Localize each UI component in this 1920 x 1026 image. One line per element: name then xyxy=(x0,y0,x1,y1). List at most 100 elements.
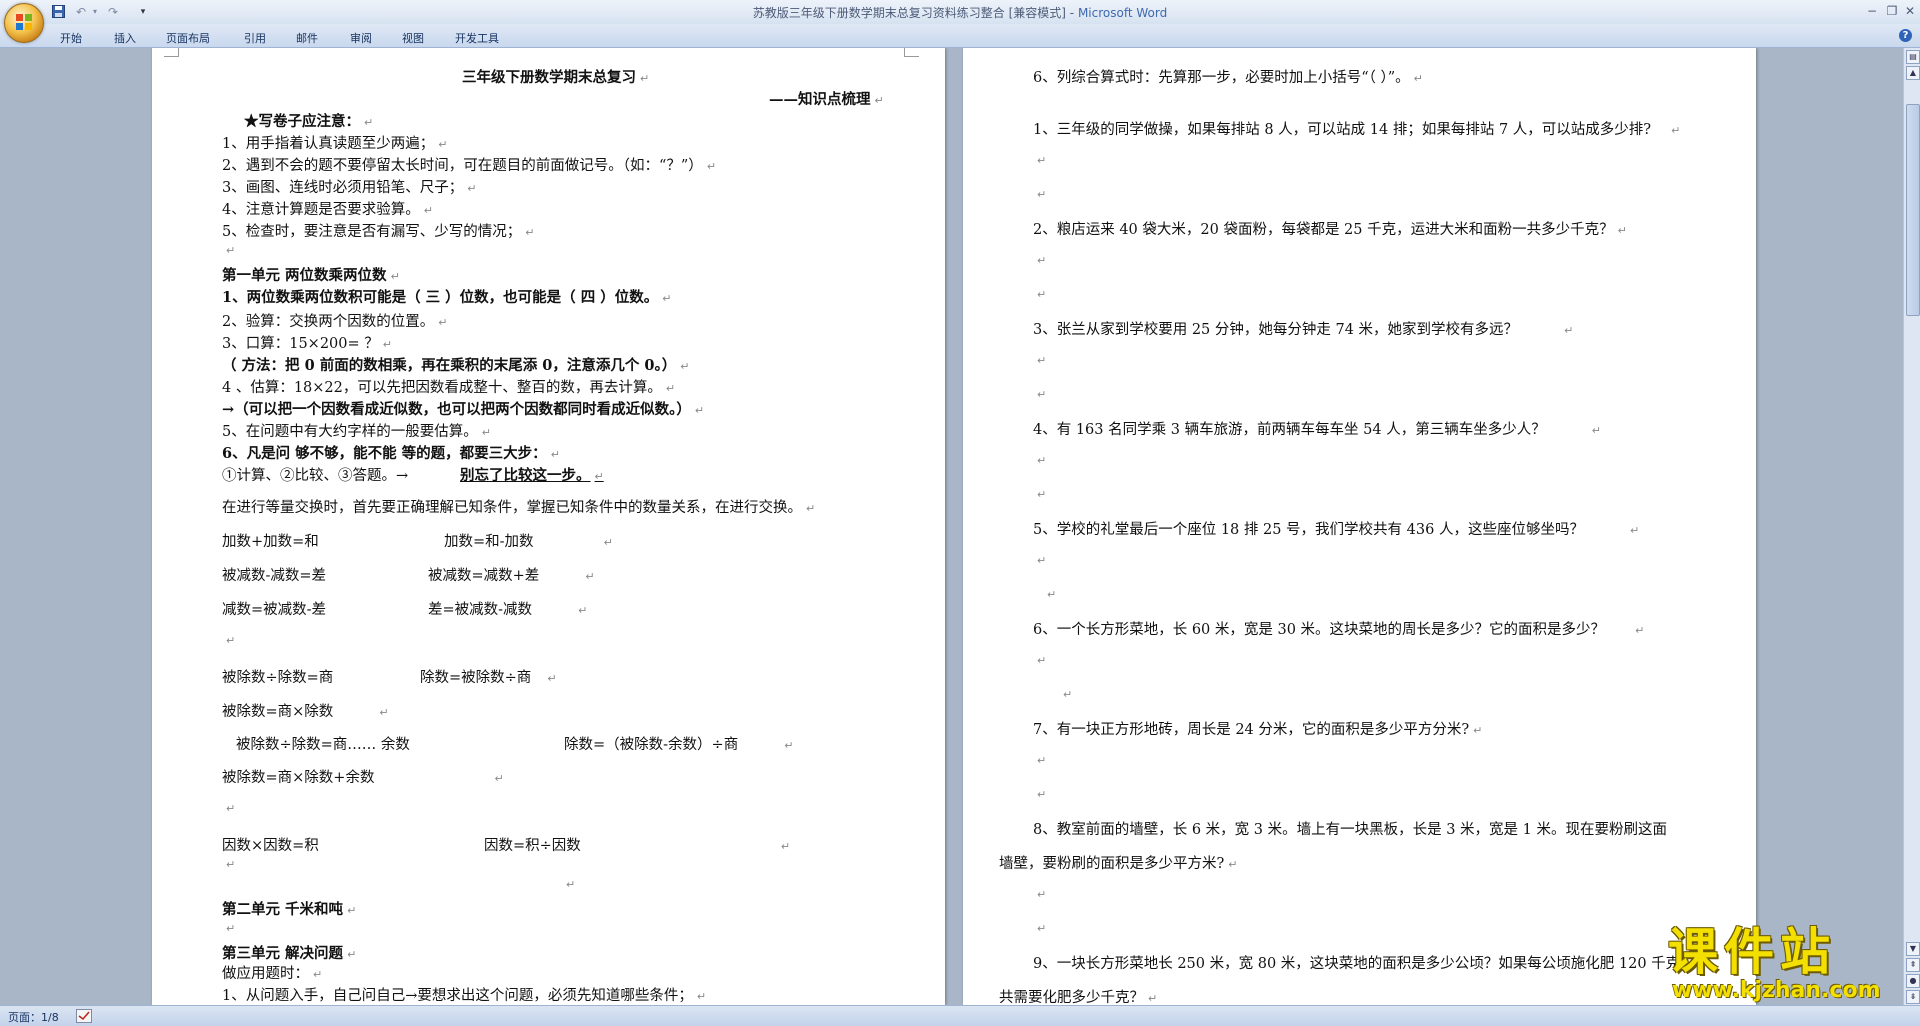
watermark-url: www.kjzhan.com xyxy=(1672,978,1881,1003)
formula: 除数=被除数÷商 ↵ xyxy=(420,670,557,686)
document-workspace: 三年级下册数学期末总复习 ↵ ——知识点梳理 ↵ ★写卷子应注意： ↵ 1、用手指着认… xyxy=(0,48,1904,1005)
document-page-2[interactable]: 6、列综合算式时：先算那一步，必要时加上小括号“（ ）”。 ↵ 1、三年级的同学做… xyxy=(963,48,1756,1005)
text-line: 4、注意计算题是否要求验算。 ↵ xyxy=(222,202,433,218)
formula: 因数×因数=积 xyxy=(222,838,319,854)
section-heading-unit-2: 第二单元 千米和吨 ↵ xyxy=(222,901,357,918)
empty-paragraph: ↵ xyxy=(1047,588,1057,601)
window-title: 苏教版三年级下册数学期末总复习资料练习整合 [兼容模式] - Microsoft… xyxy=(0,4,1920,21)
empty-paragraph: ↵ xyxy=(1037,188,1047,201)
status-bar: 页面：1/8 xyxy=(0,1005,1920,1026)
crop-mark xyxy=(904,48,919,57)
tab-home[interactable]: 开始 xyxy=(60,30,82,46)
document-page-1[interactable]: 三年级下册数学期末总复习 ↵ ——知识点梳理 ↵ ★写卷子应注意： ↵ 1、用手指着认… xyxy=(152,48,945,1005)
watermark-logo: 课件站 www.kjzhan.com xyxy=(1668,924,1904,1004)
page-count[interactable]: 页面：1/8 xyxy=(8,1009,59,1025)
text-line: 1、从问题入手，自己问自己→要想求出这个问题，必须先知道哪些条件； ↵ xyxy=(222,988,707,1004)
text-line: 别忘了比较这一步。 ↵ xyxy=(460,467,604,484)
scroll-thumb[interactable] xyxy=(1906,104,1920,316)
question-3: 3、张兰从家到学校要用 25 分钟，她每分钟走 74 米，她家到学校有多远？ ↵ xyxy=(1033,322,1574,338)
office-button[interactable] xyxy=(4,3,44,43)
tab-view[interactable]: 视图 xyxy=(402,30,424,46)
close-button[interactable]: ✕ xyxy=(1898,2,1920,20)
text-line: 在进行等量交换时，首先要正确理解已知条件，掌握已知条件中的数量关系，在进行交换。… xyxy=(222,500,816,516)
empty-paragraph: ↵ xyxy=(1037,488,1047,501)
question-8-continued: 墙壁，要粉刷的面积是多少平方米? ↵ xyxy=(999,856,1238,872)
text-line: 3、画图、连线时必须用铅笔、尺子； ↵ xyxy=(222,180,477,196)
text-line: （ 方法：把 0 前面的数相乘，再在乘积的末尾添 0，注意添几个 0。） ↵ xyxy=(222,357,690,374)
scroll-down-icon[interactable]: ▼ xyxy=(1906,942,1920,956)
text-line: 5、在问题中有大约字样的一般要估算。 ↵ xyxy=(222,424,491,440)
text-line: ①计算、②比较、③答题。→ xyxy=(222,468,409,484)
empty-paragraph: ↵ xyxy=(1037,788,1047,801)
text-line: 5、检查时，要注意是否有漏写、少写的情况； ↵ xyxy=(222,224,535,240)
vertical-scrollbar[interactable]: ▤ ▲ ▼ ⇞ ● ⇟ xyxy=(1903,48,1920,1005)
section-heading-unit-3: 第三单元 解决问题 ↵ xyxy=(222,945,357,962)
formula: 除数=（被除数-余数）÷商 ↵ xyxy=(564,737,794,753)
empty-paragraph: ↵ xyxy=(1037,754,1047,767)
proofing-icon[interactable] xyxy=(76,1009,92,1023)
document-subtitle: ——知识点梳理 ↵ xyxy=(769,91,884,108)
tab-review[interactable]: 审阅 xyxy=(350,30,372,46)
text-line: 6、凡是问 够不够，能不能 等的题，都要三大步： ↵ xyxy=(222,445,560,462)
formula: 被减数-减数=差 xyxy=(222,568,327,584)
browse-object-icon[interactable]: ● xyxy=(1906,974,1920,988)
text-line: 1、两位数乘两位数积可能是（ 三 ）位数，也可能是（ 四 ）位数。 ↵ xyxy=(222,289,672,306)
notice-heading: ★写卷子应注意： ↵ xyxy=(244,113,374,130)
formula: 被除数=商×除数+余数 ↵ xyxy=(222,770,504,786)
formula: 因数=积÷因数 ↵ xyxy=(484,838,791,854)
tab-references[interactable]: 引用 xyxy=(244,30,266,46)
help-icon[interactable]: ? xyxy=(1899,29,1912,42)
formula: 被除数÷除数=商…… 余数 xyxy=(236,737,410,753)
question-4: 4、有 163 名同学乘 3 辆车旅游，前两辆车每车坐 54 人，第三辆车坐多少… xyxy=(1033,422,1601,438)
empty-paragraph: ↵ xyxy=(1037,454,1047,467)
text-line: 3、口算：15×200= ？ ↵ xyxy=(222,336,392,352)
empty-paragraph: ↵ xyxy=(1037,654,1047,667)
empty-paragraph: ↵ xyxy=(1037,922,1047,935)
title-bar: ↶ ▾ ↷ ▾ 苏教版三年级下册数学期末总复习资料练习整合 [兼容模式] - M… xyxy=(0,0,1920,43)
tab-mailings[interactable]: 邮件 xyxy=(296,30,318,46)
title-separator: - xyxy=(1069,6,1078,20)
empty-paragraph: ↵ xyxy=(226,634,236,647)
empty-paragraph: ↵ xyxy=(1037,388,1047,401)
formula: 被除数=商×除数 ↵ xyxy=(222,704,389,720)
empty-paragraph: ↵ xyxy=(1037,354,1047,367)
text-line: 2、遇到不会的题不要停留太长时间，可在题目的前面做记号。（如：“？”） ↵ xyxy=(222,158,717,174)
text-line: 4 、估算：18×22，可以先把因数看成整十、整百的数，再去计算。 ↵ xyxy=(222,380,676,396)
document-title: 苏教版三年级下册数学期末总复习资料练习整合 [兼容模式] xyxy=(752,6,1066,20)
text-line: 6、列综合算式时：先算那一步，必要时加上小括号“（ ）”。 ↵ xyxy=(1033,70,1423,86)
watermark-title: 课件站 xyxy=(1668,923,1836,981)
question-1: 1、三年级的同学做操，如果每排站 8 人，可以站成 14 排；如果每排站 7 人… xyxy=(1033,122,1681,138)
formula: 被减数=减数+差 ↵ xyxy=(428,568,595,584)
office-logo-icon xyxy=(16,14,32,30)
text-line: →（可以把一个因数看成近似数，也可以把两个因数都同时看成近似数。） ↵ xyxy=(222,401,705,418)
formula: 被除数÷除数=商 xyxy=(222,670,334,686)
previous-page-icon[interactable]: ⇞ xyxy=(1906,958,1920,972)
empty-paragraph: ↵ xyxy=(226,922,236,935)
tab-developer[interactable]: 开发工具 xyxy=(455,30,499,46)
tab-insert[interactable]: 插入 xyxy=(114,30,136,46)
ribbon-tab-bar: 开始 插入 页面布局 引用 邮件 审阅 视图 开发工具 xyxy=(0,24,1920,48)
document-title: 三年级下册数学期末总复习 ↵ xyxy=(462,69,650,86)
question-9-continued: 共需要化肥多少千克？ ↵ xyxy=(999,990,1158,1005)
empty-paragraph: ↵ xyxy=(1037,254,1047,267)
question-6: 6、一个长方形菜地，长 60 米，宽是 30 米。这块菜地的周长是多少？它的面积… xyxy=(1033,622,1645,638)
scroll-up-icon[interactable]: ▲ xyxy=(1906,66,1920,80)
question-2: 2、粮店运来 40 袋大米，20 袋面粉，每袋都是 25 千克，运进大米和面粉一… xyxy=(1033,222,1627,238)
app-name: Microsoft Word xyxy=(1077,6,1168,20)
empty-paragraph: ↵ xyxy=(566,878,576,891)
formula: 加数+加数=和 xyxy=(222,534,319,550)
question-8: 8、教室前面的墙壁，长 6 米，宽 3 米。墙上有一块黑板，长是 3 米，宽是 … xyxy=(1033,822,1667,838)
ruler-toggle-icon[interactable]: ▤ xyxy=(1906,50,1920,64)
formula: 差=被减数-减数 ↵ xyxy=(428,602,588,618)
text-line: 做应用题时： ↵ xyxy=(222,966,323,982)
section-heading-unit-1: 第一单元 两位数乘两位数 ↵ xyxy=(222,267,400,284)
tab-page-layout[interactable]: 页面布局 xyxy=(166,30,210,46)
empty-paragraph: ↵ xyxy=(1037,888,1047,901)
empty-paragraph: ↵ xyxy=(226,802,236,815)
empty-paragraph: ↵ xyxy=(226,244,236,257)
empty-paragraph: ↵ xyxy=(1037,154,1047,167)
formula: 减数=被减数-差 xyxy=(222,602,327,618)
text-line: 2、验算：交换两个因数的位置。 ↵ xyxy=(222,314,448,330)
formula: 加数=和-加数 ↵ xyxy=(444,534,613,550)
next-page-icon[interactable]: ⇟ xyxy=(1906,990,1920,1004)
